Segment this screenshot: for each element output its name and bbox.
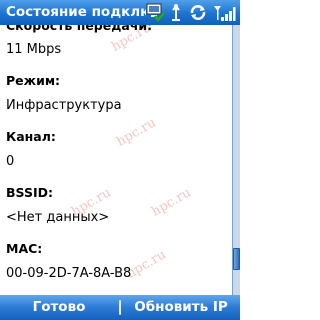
mac-value: 00-09-2D-7A-8A-B8 <box>6 266 132 281</box>
bssid-value: <Нет данных> <box>6 210 110 225</box>
channel-value: 0 <box>6 154 15 169</box>
watermark: hpc.ru <box>114 115 159 150</box>
watermark: hpc.ru <box>149 185 194 220</box>
antenna-icon[interactable] <box>169 3 183 22</box>
network-icon[interactable] <box>146 3 166 22</box>
status-details: hpc.ru hpc.ru hpc.ru hpc.ru hpc.ru Скоро… <box>0 25 232 295</box>
scrollbar[interactable] <box>232 25 240 295</box>
speed-label: Скорость передачи: <box>6 25 153 33</box>
title-bar: Состояние подключ <box>0 0 240 25</box>
softkey-bar: Готово Обновить IP <box>0 295 240 320</box>
signal-icon[interactable] <box>212 3 236 22</box>
mode-value: Инфраструктура <box>6 98 122 113</box>
channel-label: Канал: <box>6 129 56 144</box>
softkey-divider <box>119 300 121 315</box>
mac-label: MAC: <box>6 241 43 256</box>
scrollbar-thumb[interactable] <box>233 248 240 270</box>
done-softkey[interactable]: Готово <box>0 295 118 320</box>
window-title: Состояние подключ <box>6 4 146 20</box>
bssid-label: BSSID: <box>6 185 53 200</box>
renew-ip-softkey[interactable]: Обновить IP <box>122 295 240 320</box>
speed-value: 11 Mbps <box>6 42 62 57</box>
mode-label: Режим: <box>6 73 61 88</box>
sync-icon[interactable] <box>188 3 208 22</box>
